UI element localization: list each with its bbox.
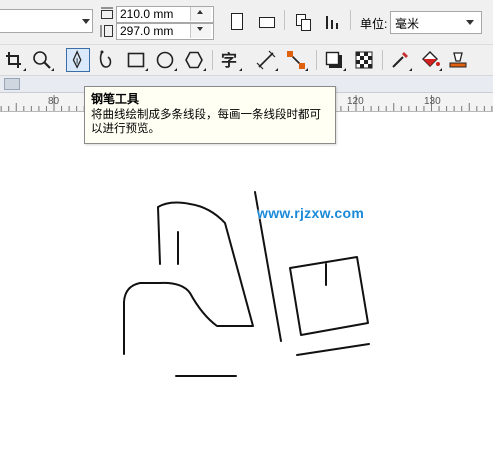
page-width-value: 210.0 mm (120, 7, 174, 21)
chair-back-line (123, 201, 254, 355)
watermark-text: www.rjzxw.com (257, 205, 365, 221)
tooltip-description: 将曲线绘制成多条线段，每画一条线段时都可以进行预览。 (91, 107, 321, 135)
separator (350, 10, 351, 30)
tilted-square (289, 256, 369, 336)
current-page-icon[interactable] (321, 10, 345, 34)
flyout-corner (203, 68, 206, 71)
page-height-value: 297.0 mm (120, 24, 174, 38)
chevron-down-icon (82, 19, 90, 24)
flyout-corner (51, 68, 54, 71)
bspline-icon (99, 50, 112, 68)
units-value: 毫米 (395, 17, 420, 31)
flyout-corner (239, 68, 242, 71)
ruler-label-80: 80 (48, 96, 60, 107)
portrait-icon[interactable] (226, 10, 248, 34)
flyout-corner (343, 68, 346, 71)
flyout-corner (305, 68, 308, 71)
svg-text:字: 字 (221, 51, 237, 70)
page-width-icon (101, 7, 113, 19)
separator (316, 50, 317, 70)
flyout-corner (174, 68, 177, 71)
ruler-label-130: 130 (424, 96, 441, 107)
all-pages-icon[interactable] (292, 10, 316, 34)
tooltip-title: 钢笔工具 (91, 92, 140, 106)
transparency-tool[interactable] (352, 48, 376, 72)
separator (382, 50, 383, 70)
bottom-right-line (296, 343, 370, 356)
separator (212, 50, 213, 70)
drawing (123, 191, 370, 377)
flyout-corner (275, 68, 278, 71)
pen-tool[interactable] (66, 48, 90, 72)
flyout-corner (409, 68, 412, 71)
width-stepper-up[interactable] (190, 7, 211, 21)
units-label: 单位: (360, 17, 388, 31)
checkerboard-icon (355, 51, 373, 69)
flyout-corner (23, 68, 26, 71)
page-height-icon (100, 25, 113, 37)
pen-nib-icon (72, 50, 82, 69)
ruler-label-120: 120 (347, 96, 364, 107)
landscape-icon[interactable] (255, 10, 279, 34)
smart-fill-icon (449, 52, 467, 68)
flyout-corner (439, 68, 442, 71)
tooltip: 钢笔工具 将曲线绘制成多条线段，每画一条线段时都可以进行预览。 (84, 86, 336, 144)
paper-size-dropdown[interactable] (0, 9, 93, 33)
bspline-tool[interactable] (94, 48, 118, 72)
drawing-canvas[interactable] (0, 112, 493, 466)
height-stepper-down[interactable] (190, 24, 211, 38)
separator (284, 10, 285, 30)
chevron-down-icon (466, 20, 474, 25)
smart-fill-tool[interactable] (446, 48, 470, 72)
flyout-corner (145, 68, 148, 71)
document-tab[interactable] (4, 78, 20, 90)
